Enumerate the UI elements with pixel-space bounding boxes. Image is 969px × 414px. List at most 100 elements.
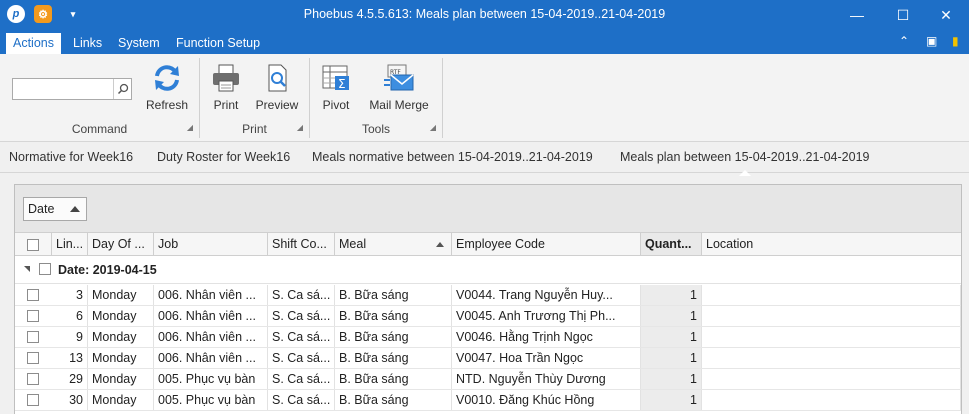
cell-qty[interactable]: 1 xyxy=(641,369,702,389)
cell-line[interactable]: 29 xyxy=(52,369,88,389)
minimize-button[interactable]: — xyxy=(834,0,880,30)
close-button[interactable]: ✕ xyxy=(923,0,969,30)
cell-shift[interactable]: S. Ca sá... xyxy=(268,327,335,347)
table-row[interactable]: 6 Monday 006. Nhân viên ... S. Ca sá... B. B… xyxy=(15,306,961,327)
row-checkbox[interactable] xyxy=(27,394,39,406)
row-checkbox[interactable] xyxy=(27,331,39,343)
cell-employee[interactable]: V0047. Hoa Trần Ngọc xyxy=(452,348,641,368)
cell-shift[interactable]: S. Ca sá... xyxy=(268,348,335,368)
cell-location[interactable] xyxy=(702,285,961,305)
search-field[interactable] xyxy=(12,78,132,100)
cell-meal[interactable]: B. Bữa sáng xyxy=(335,348,452,368)
cell-day[interactable]: Monday xyxy=(88,348,154,368)
refresh-button[interactable]: Refresh xyxy=(142,62,192,112)
column-header-meal[interactable]: Meal xyxy=(335,233,452,255)
table-row[interactable]: 9 Monday 006. Nhân viên ... S. Ca sá... B. B… xyxy=(15,327,961,348)
table-row[interactable]: 13 Monday 006. Nhân viên ... S. Ca sá... B. … xyxy=(15,348,961,369)
cell-line[interactable]: 9 xyxy=(52,327,88,347)
cell-line[interactable]: 3 xyxy=(52,285,88,305)
row-checkbox[interactable] xyxy=(27,373,39,385)
cell-shift[interactable]: S. Ca sá... xyxy=(268,369,335,389)
group-chip-date[interactable]: Date xyxy=(23,197,87,221)
doc-tab-meals-normative[interactable]: Meals normative between 15-04-2019..21-0… xyxy=(312,150,593,164)
search-input[interactable] xyxy=(13,79,113,99)
dialog-launcher-icon[interactable]: ◢ xyxy=(430,123,436,132)
cell-day[interactable]: Monday xyxy=(88,285,154,305)
cell-meal[interactable]: B. Bữa sáng xyxy=(335,369,452,389)
table-row[interactable]: 29 Monday 005. Phục vụ bàn S. Ca sá... B. Bữ… xyxy=(15,369,961,390)
cell-line[interactable]: 6 xyxy=(52,306,88,326)
table-row[interactable]: 3 Monday 006. Nhân viên ... S. Ca sá... B. B… xyxy=(15,285,961,306)
doc-tab-duty-roster[interactable]: Duty Roster for Week16 xyxy=(157,150,290,164)
column-header-day-of-week[interactable]: Day Of ... xyxy=(88,233,154,255)
select-all-checkbox[interactable] xyxy=(15,233,52,255)
cell-qty[interactable]: 1 xyxy=(641,327,702,347)
cell-location[interactable] xyxy=(702,327,961,347)
maximize-button[interactable]: ☐ xyxy=(880,0,926,30)
dialog-launcher-icon[interactable]: ◢ xyxy=(187,123,193,132)
cell-shift[interactable]: S. Ca sá... xyxy=(268,285,335,305)
cell-employee[interactable]: V0046. Hằng Trịnh Ngọc xyxy=(452,327,641,347)
cell-employee[interactable]: V0010. Đăng Khúc Hồng xyxy=(452,390,641,410)
cell-meal[interactable]: B. Bữa sáng xyxy=(335,285,452,305)
cell-day[interactable]: Monday xyxy=(88,306,154,326)
cell-qty[interactable]: 1 xyxy=(641,285,702,305)
cell-job[interactable]: 005. Phục vụ bàn xyxy=(154,369,268,389)
cell-job[interactable]: 006. Nhân viên ... xyxy=(154,306,268,326)
cell-meal[interactable]: B. Bữa sáng xyxy=(335,306,452,326)
help-icon[interactable]: ▮ xyxy=(952,34,959,48)
tab-links[interactable]: Links xyxy=(66,33,109,54)
column-header-job[interactable]: Job xyxy=(154,233,268,255)
cell-qty[interactable]: 1 xyxy=(641,306,702,326)
column-header-shift-code[interactable]: Shift Co... xyxy=(268,233,335,255)
column-header-line[interactable]: Lin... xyxy=(52,233,88,255)
cell-shift[interactable]: S. Ca sá... xyxy=(268,390,335,410)
cell-location[interactable] xyxy=(702,369,961,389)
cell-shift[interactable]: S. Ca sá... xyxy=(268,306,335,326)
cell-employee[interactable]: V0045. Anh Trương Thị Ph... xyxy=(452,306,641,326)
tab-system[interactable]: System xyxy=(111,33,167,54)
cell-employee[interactable]: V0044. Trang Nguyễn Huy... xyxy=(452,285,641,305)
cell-job[interactable]: 006. Nhân viên ... xyxy=(154,327,268,347)
cell-line[interactable]: 30 xyxy=(52,390,88,410)
table-row[interactable]: 30 Monday 005. Phục vụ bàn S. Ca sá... B. Bữ… xyxy=(15,390,961,411)
mail-merge-button[interactable]: RTF Mail Merge xyxy=(364,62,434,112)
cell-employee[interactable]: NTD. Nguyễn Thùy Dương xyxy=(452,369,641,389)
cell-job[interactable]: 006. Nhân viên ... xyxy=(154,348,268,368)
group-row-date[interactable]: Date: 2019-04-15 xyxy=(15,256,961,284)
print-button[interactable]: Print xyxy=(208,62,244,112)
mail-merge-label: Mail Merge xyxy=(369,98,429,112)
tab-function-setup[interactable]: Function Setup xyxy=(169,33,267,54)
cell-meal[interactable]: B. Bữa sáng xyxy=(335,327,452,347)
collapse-ribbon-icon[interactable]: ⌃ xyxy=(899,34,909,48)
row-checkbox[interactable] xyxy=(27,289,39,301)
row-checkbox[interactable] xyxy=(27,352,39,364)
cell-day[interactable]: Monday xyxy=(88,327,154,347)
doc-tab-normative[interactable]: Normative for Week16 xyxy=(9,150,133,164)
cell-location[interactable] xyxy=(702,348,961,368)
group-label-print: Print xyxy=(242,122,267,136)
style-icon[interactable]: ▣ xyxy=(926,34,937,48)
preview-button[interactable]: Preview xyxy=(252,62,302,112)
collapse-group-icon[interactable] xyxy=(24,266,30,272)
group-checkbox[interactable] xyxy=(39,263,51,275)
doc-tab-meals-plan[interactable]: Meals plan between 15-04-2019..21-04-201… xyxy=(620,150,869,176)
column-header-location[interactable]: Location xyxy=(702,233,961,255)
cell-qty[interactable]: 1 xyxy=(641,348,702,368)
cell-line[interactable]: 13 xyxy=(52,348,88,368)
cell-location[interactable] xyxy=(702,390,961,410)
column-header-employee-code[interactable]: Employee Code xyxy=(452,233,641,255)
pivot-button[interactable]: Σ Pivot xyxy=(318,62,354,112)
tab-actions[interactable]: Actions xyxy=(6,33,61,54)
cell-job[interactable]: 005. Phục vụ bàn xyxy=(154,390,268,410)
cell-location[interactable] xyxy=(702,306,961,326)
cell-day[interactable]: Monday xyxy=(88,390,154,410)
column-header-quantity[interactable]: Quant... xyxy=(641,233,702,255)
search-icon[interactable] xyxy=(113,79,131,99)
cell-meal[interactable]: B. Bữa sáng xyxy=(335,390,452,410)
cell-qty[interactable]: 1 xyxy=(641,390,702,410)
cell-job[interactable]: 006. Nhân viên ... xyxy=(154,285,268,305)
cell-day[interactable]: Monday xyxy=(88,369,154,389)
dialog-launcher-icon[interactable]: ◢ xyxy=(297,123,303,132)
row-checkbox[interactable] xyxy=(27,310,39,322)
